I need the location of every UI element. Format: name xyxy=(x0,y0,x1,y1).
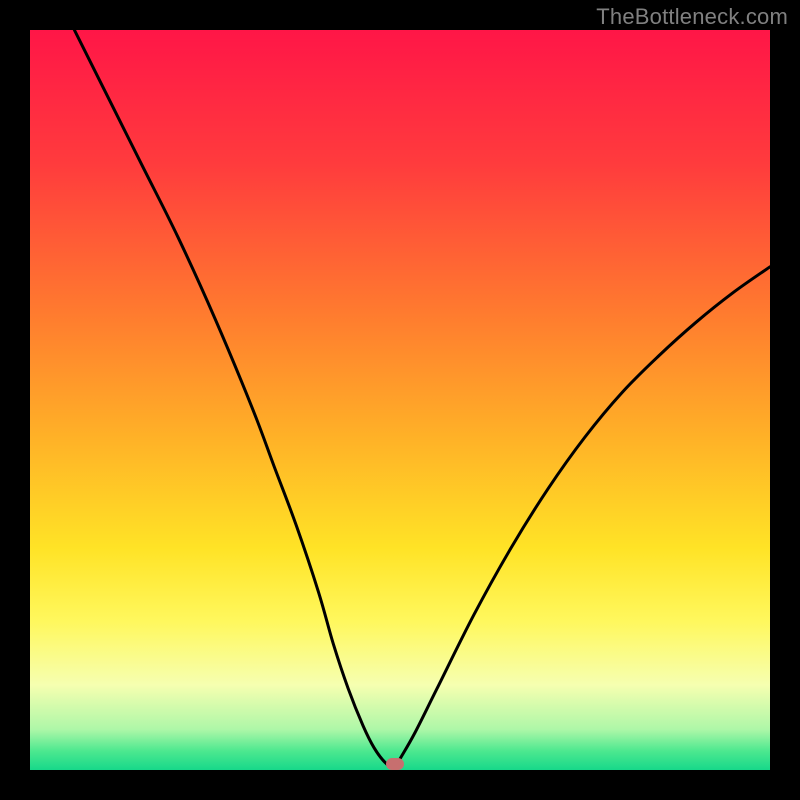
bottleneck-marker xyxy=(386,758,404,770)
chart-frame: TheBottleneck.com xyxy=(0,0,800,800)
bottleneck-curve xyxy=(30,30,770,770)
watermark-text: TheBottleneck.com xyxy=(596,4,788,30)
curve-path xyxy=(74,30,770,769)
